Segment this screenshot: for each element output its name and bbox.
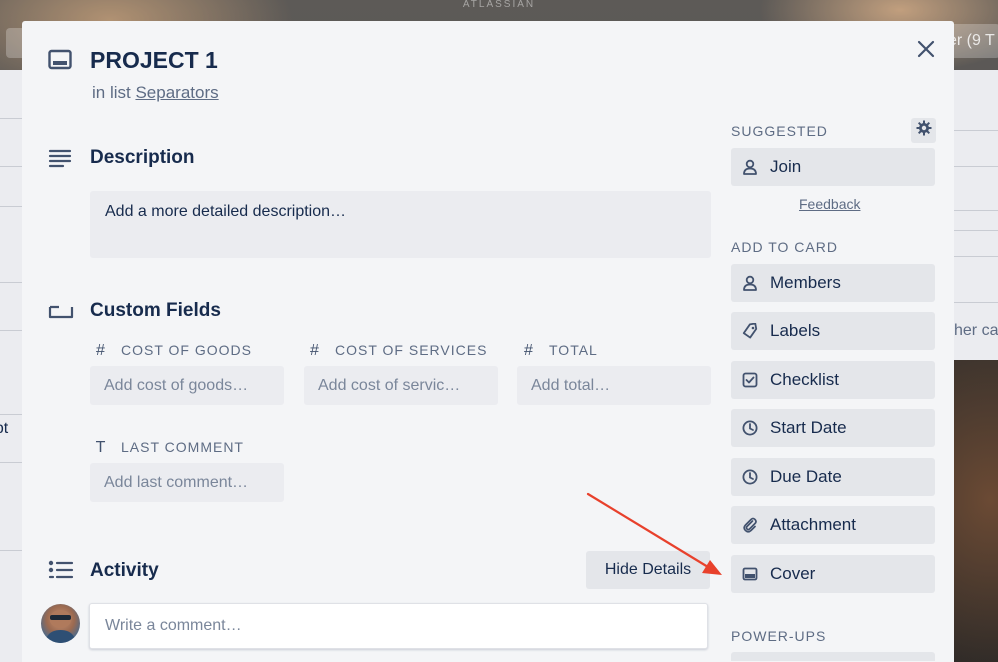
members-button[interactable]: Members [731, 264, 935, 302]
total-input[interactable]: Add total… [517, 366, 711, 405]
power-ups-heading: POWER-UPS [731, 628, 827, 644]
close-icon [917, 40, 935, 63]
due-date-button[interactable]: Due Date [731, 458, 935, 496]
person-icon [742, 275, 758, 291]
last-comment-label: T LAST COMMENT [93, 438, 244, 457]
comment-input[interactable]: Write a comment… [89, 603, 708, 649]
cost-of-goods-label: # COST OF GOODS [93, 341, 252, 360]
cover-label: Cover [770, 564, 816, 583]
checkbox-icon [742, 372, 758, 388]
card-detail-modal: PROJECT 1 in list Separators Description… [22, 21, 954, 662]
description-input[interactable]: Add a more detailed description… [90, 191, 711, 258]
list-location: in list Separators [92, 82, 219, 104]
hash-icon: # [524, 342, 534, 359]
text-icon: T [95, 439, 107, 456]
total-label: # TOTAL [521, 341, 598, 360]
feedback-link[interactable]: Feedback [799, 195, 860, 213]
cover-button[interactable]: Cover [731, 555, 935, 593]
cost-of-goods-input[interactable]: Add cost of goods… [90, 366, 284, 405]
close-button[interactable] [911, 36, 941, 66]
checklist-label: Checklist [770, 370, 839, 389]
card-cover-icon [742, 566, 758, 582]
suggested-settings-button[interactable] [911, 118, 936, 143]
person-icon [742, 159, 758, 175]
tag-icon [742, 323, 758, 339]
hash-icon: # [310, 342, 320, 359]
custom-fields-heading: Custom Fields [90, 300, 221, 321]
labels-label: Labels [770, 321, 821, 340]
in-list-prefix: in list [92, 83, 131, 102]
hide-details-button[interactable]: Hide Details [586, 551, 710, 589]
start-date-label: Start Date [770, 418, 847, 437]
suggested-heading: SUGGESTED [731, 123, 828, 139]
power-up-button[interactable] [731, 652, 935, 661]
join-label: Join [770, 157, 802, 176]
attachment-button[interactable]: Attachment [731, 506, 935, 544]
background-list-right: her ca [954, 70, 998, 360]
activity-heading: Activity [90, 560, 159, 581]
avatar[interactable] [41, 604, 80, 643]
last-comment-input[interactable]: Add last comment… [90, 463, 284, 502]
add-to-card-heading: ADD TO CARD [731, 239, 838, 255]
members-label: Members [770, 273, 841, 292]
paperclip-icon [742, 517, 758, 533]
hash-icon: # [96, 342, 106, 359]
checklist-button[interactable]: Checklist [731, 361, 935, 399]
background-card-text: her ca [954, 322, 998, 339]
description-heading: Description [90, 147, 195, 168]
labels-button[interactable]: Labels [731, 312, 935, 350]
attachment-label: Attachment [770, 515, 856, 534]
list-name-link[interactable]: Separators [135, 83, 218, 102]
card-icon [48, 49, 72, 71]
background-list-left: ript [0, 70, 24, 662]
due-date-label: Due Date [770, 467, 842, 486]
background-card-text: ript [0, 420, 9, 437]
clock-icon [742, 469, 758, 485]
cost-of-services-label: # COST OF SERVICES [307, 341, 487, 360]
start-date-button[interactable]: Start Date [731, 409, 935, 447]
atlassian-brand: ATLASSIAN [462, 0, 536, 10]
gear-icon [916, 120, 932, 141]
card-title[interactable]: PROJECT 1 [90, 45, 218, 75]
description-icon [48, 148, 72, 168]
clock-icon [742, 420, 758, 436]
cost-of-services-input[interactable]: Add cost of servic… [304, 366, 498, 405]
activity-icon [48, 560, 74, 580]
join-button[interactable]: Join [731, 148, 935, 186]
custom-fields-icon [48, 303, 74, 319]
